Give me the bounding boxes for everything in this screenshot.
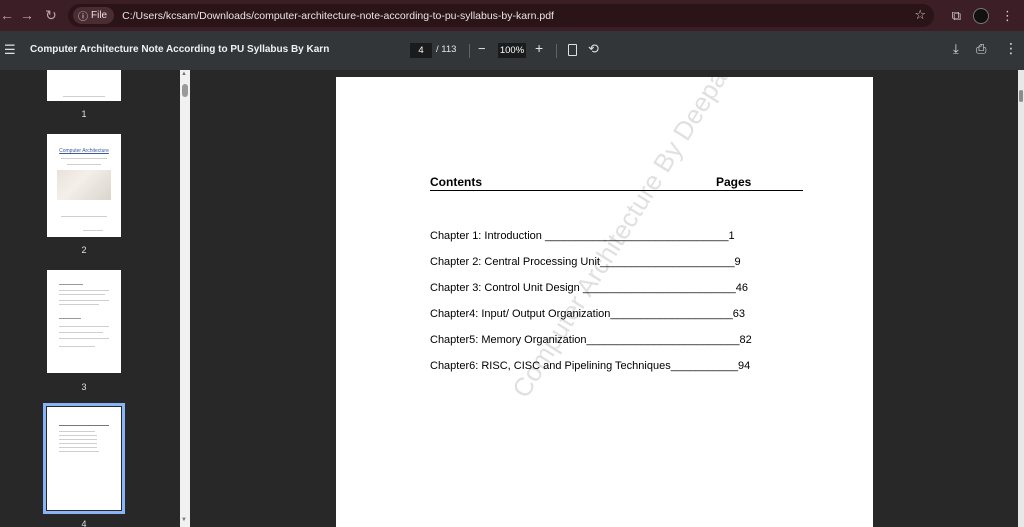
thumb-line (59, 435, 97, 436)
scroll-down-icon[interactable]: ▼ (181, 517, 187, 523)
toc-entry: Chapter6: RISC, CISC and Pipelining Tech… (430, 360, 751, 372)
thumb-line (59, 290, 109, 291)
pdf-toolbar: ☰ Computer Architecture Note According t… (0, 31, 1024, 70)
toc-entry: Chapter4: Input/ Output Organization____… (430, 308, 745, 320)
thumb-line (61, 216, 107, 217)
thumbnail-label: 2 (81, 245, 87, 255)
thumb-line (59, 447, 97, 448)
thumb-line (67, 164, 101, 165)
thumb-line (61, 158, 107, 159)
toc-entry: Chapter 3: Control Unit Design _________… (430, 282, 749, 294)
page-thumbnail-3[interactable] (47, 270, 121, 373)
page-number-input[interactable]: 4 (410, 43, 432, 58)
reload-icon[interactable]: ↻ (40, 4, 62, 26)
thumb-line (59, 439, 97, 440)
thumb-line (59, 425, 109, 426)
avatar-icon[interactable] (973, 7, 989, 24)
document-title: Computer Architecture Note According to … (30, 44, 330, 55)
toc-entry: Chapter 2: Central Processing Unit______… (430, 256, 741, 268)
fit-page-icon[interactable] (568, 44, 577, 56)
download-icon[interactable]: ⤓ (953, 41, 959, 57)
more-actions-icon[interactable]: ⋮ (1004, 40, 1018, 57)
contents-header: Contents Pages (430, 175, 803, 191)
sidebar-scrollbar[interactable] (180, 70, 190, 527)
thumb-line (59, 451, 99, 452)
thumb-line (59, 326, 109, 327)
thumbnail-label: 4 (81, 519, 87, 527)
thumbnail-label: 3 (81, 382, 87, 392)
divider (556, 44, 557, 58)
browser-actions: ⧉ ⋮ (952, 0, 1024, 31)
print-icon[interactable]: ⎙ (976, 41, 986, 57)
main-scroll-thumb[interactable] (1019, 90, 1023, 102)
address-bar[interactable]: ⓘ File C:/Users/kcsam/Downloads/computer… (68, 4, 934, 27)
contents-label: Contents (430, 175, 482, 189)
page-total: / 113 (436, 44, 457, 55)
thumb-line (59, 318, 81, 319)
thumbnail-sidebar: 1 Computer Architecture 2 3 4 (0, 70, 180, 527)
rotate-icon[interactable]: ⟲ (588, 41, 599, 57)
thumb-line (59, 332, 103, 333)
thumb-line (59, 284, 83, 285)
pages-label: Pages (716, 175, 752, 189)
info-icon: ⓘ (78, 12, 88, 23)
extensions-icon[interactable]: ⧉ (952, 8, 961, 24)
pdf-page: Computer Architecture By DeepakKr. Karn … (336, 77, 873, 527)
menu-icon[interactable]: ☰ (4, 42, 16, 58)
main-scrollbar[interactable] (1018, 70, 1024, 527)
forward-icon[interactable]: → (16, 4, 38, 26)
sidebar-scroll-thumb[interactable] (182, 84, 188, 97)
toc-entry: Chapter 1: Introduction ________________… (430, 230, 735, 242)
thumbnail-label: 1 (81, 109, 87, 119)
star-icon[interactable]: ☆ (914, 7, 926, 23)
thumb-line (59, 300, 109, 301)
zoom-input[interactable]: 100% (498, 43, 526, 58)
thumb-line (59, 346, 95, 347)
thumb-line (59, 431, 95, 432)
thumb-line (59, 443, 97, 444)
more-icon[interactable]: ⋮ (1001, 8, 1014, 24)
url-text[interactable]: C:/Users/kcsam/Downloads/computer-archit… (122, 10, 554, 22)
thumb-line (63, 96, 105, 97)
page-thumbnail-1[interactable] (47, 70, 121, 101)
site-info-chip[interactable]: ⓘ File (73, 7, 115, 24)
pdf-viewer[interactable]: Computer Architecture By DeepakKr. Karn … (190, 70, 1024, 527)
thumb-line (59, 338, 109, 339)
thumb-title: Computer Architecture (59, 148, 109, 154)
thumb-image (57, 170, 111, 200)
file-chip-label: File (91, 10, 108, 21)
thumb-line (83, 230, 103, 231)
toc-entry: Chapter5: Memory Organization___________… (430, 334, 752, 346)
thumb-line (59, 294, 105, 295)
scroll-up-icon[interactable]: ▲ (181, 71, 187, 77)
thumb-line (59, 304, 99, 305)
divider (469, 44, 470, 58)
zoom-in-icon[interactable]: + (535, 40, 543, 56)
browser-toolbar: ← → ↻ ⓘ File C:/Users/kcsam/Downloads/co… (0, 0, 1024, 31)
page-thumbnail-4[interactable] (43, 403, 125, 514)
zoom-out-icon[interactable]: − (478, 41, 486, 56)
page-thumbnail-2[interactable]: Computer Architecture (47, 134, 121, 237)
